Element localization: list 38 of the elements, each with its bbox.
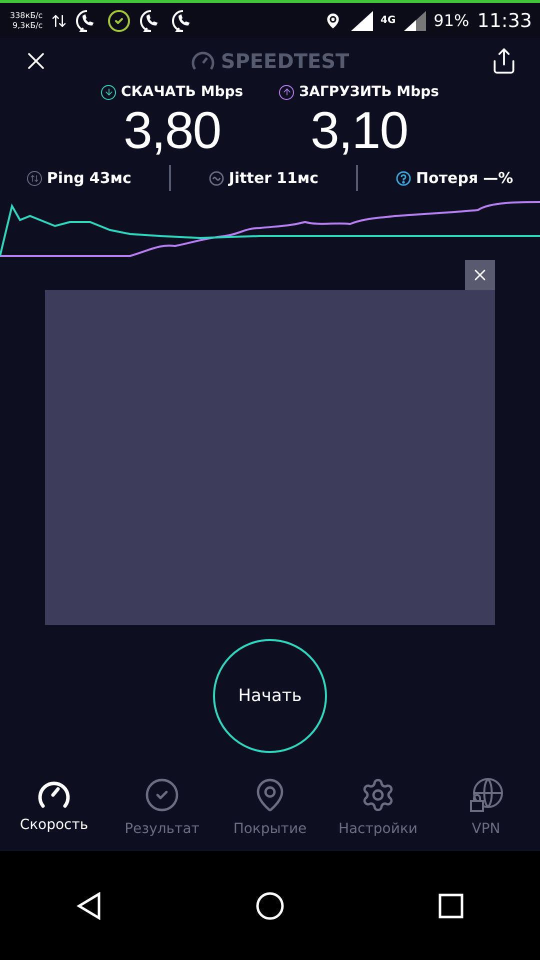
download-icon	[101, 84, 116, 100]
back-button[interactable]	[76, 892, 102, 920]
app-title: SPEEDTEST	[220, 49, 350, 73]
battery-level: 91%	[434, 11, 470, 30]
ping-icon	[26, 170, 42, 186]
nav-tab[interactable]: Скорость	[0, 773, 108, 851]
help-icon	[396, 170, 411, 186]
nav-tab[interactable]: Настройки	[324, 773, 432, 851]
metric-value: 43мс	[89, 169, 132, 187]
network-type: 4G	[380, 15, 396, 26]
start-button[interactable]: Начать	[213, 639, 327, 753]
home-button[interactable]	[254, 890, 285, 920]
upload-icon	[279, 84, 294, 100]
check-circle-icon	[144, 777, 180, 813]
clock: 11:33	[477, 10, 532, 32]
signal-icon	[350, 10, 372, 30]
speedometer-icon	[190, 51, 215, 71]
nav-tab[interactable]: Результат	[108, 773, 216, 851]
check-circle-icon	[106, 8, 131, 32]
data-transfer-icon	[50, 12, 67, 28]
result-label: ЗАГРУЗИТЬ Mbps	[299, 84, 439, 100]
globe-lock-icon	[468, 777, 504, 813]
upload-speed: 9,3кБ/с	[12, 20, 43, 30]
result-value: 3,80	[123, 101, 221, 162]
wave-circle-icon	[208, 170, 224, 186]
result-value: 3,10	[310, 101, 408, 162]
nav-tab[interactable]: Покрытие	[216, 773, 324, 851]
download-speed: 338кБ/с	[10, 10, 43, 20]
result-label: СКАЧАТЬ Mbps	[121, 84, 244, 100]
close-ad-button[interactable]	[465, 260, 495, 290]
metric-value: 11мс	[276, 169, 319, 187]
metric-label: Jitter	[228, 169, 272, 187]
metric-value: —%	[483, 169, 514, 187]
signal-icon	[404, 10, 426, 30]
nav-tab[interactable]: VPN	[432, 773, 540, 851]
recents-button[interactable]	[438, 892, 464, 918]
metric-label: Потеря	[416, 169, 478, 187]
metric-label: Ping	[46, 169, 84, 187]
